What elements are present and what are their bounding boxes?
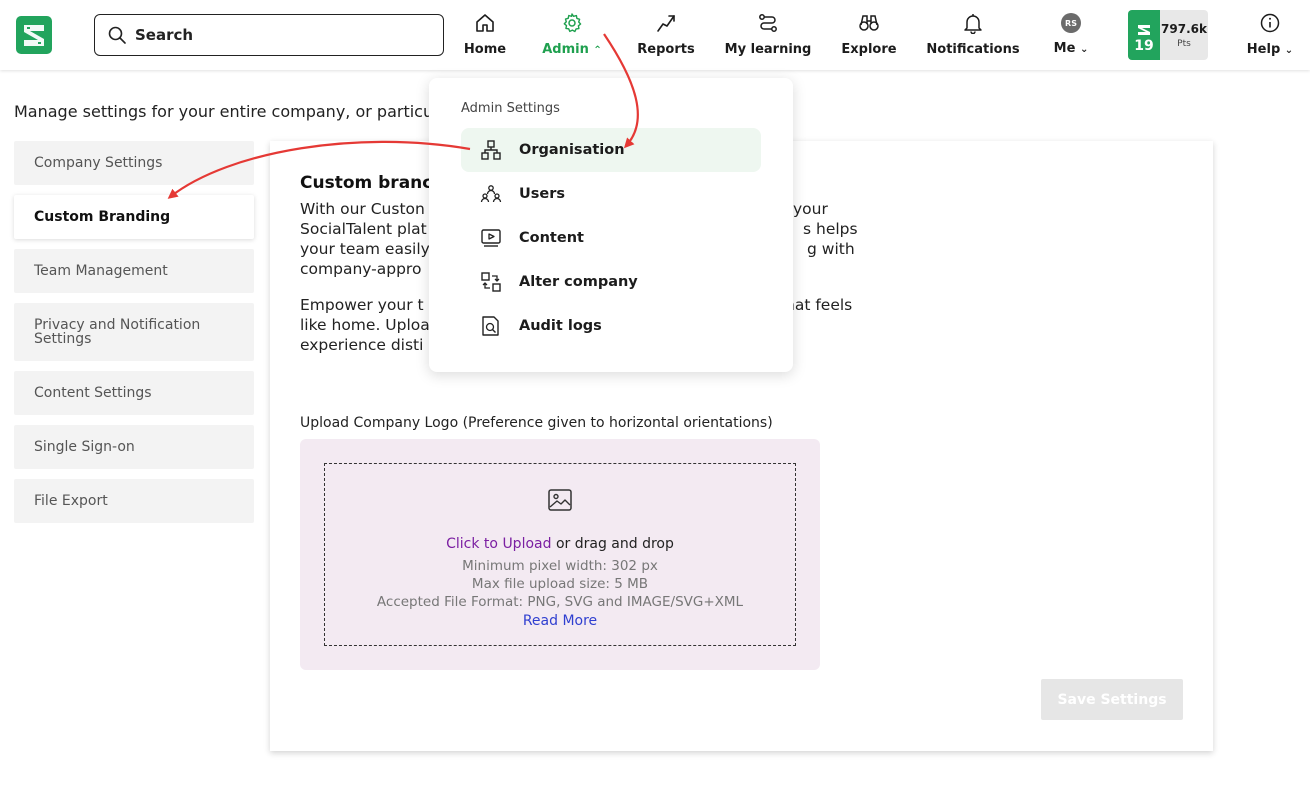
- bell-icon: [961, 10, 985, 36]
- sidebar-item-label: Privacy and Notification Settings: [34, 317, 201, 347]
- nav-notifications-label: Notifications: [926, 42, 1020, 57]
- save-settings-button[interactable]: Save Settings: [1041, 679, 1183, 720]
- info-icon: [1258, 10, 1282, 36]
- sidebar-item-label: File Export: [34, 493, 108, 509]
- nav-help-label: Help ⌄: [1247, 42, 1293, 57]
- points-info: 797.6k Pts: [1160, 10, 1208, 60]
- logo[interactable]: [16, 16, 52, 54]
- nav-explore[interactable]: Explore: [841, 10, 897, 62]
- sidebar-item-custom-branding[interactable]: Custom Branding: [14, 195, 254, 239]
- menu-item-label: Alter company: [519, 274, 638, 290]
- sidebar-item-content-settings[interactable]: Content Settings: [14, 371, 254, 415]
- upload-instruction: Click to Upload or drag and drop: [446, 536, 674, 552]
- nav-home[interactable]: Home: [463, 10, 507, 62]
- video-icon: [479, 226, 503, 250]
- nav-notifications[interactable]: Notifications: [926, 10, 1020, 62]
- nav-help[interactable]: Help ⌄: [1246, 10, 1294, 62]
- sidebar-item-label: Company Settings: [34, 155, 163, 171]
- upload-area: Click to Upload or drag and drop Minimum…: [300, 439, 820, 670]
- upload-label: Upload Company Logo (Preference given to…: [300, 415, 773, 431]
- nav-admin-text: Admin: [542, 42, 589, 57]
- logo-dropzone[interactable]: Click to Upload or drag and drop Minimum…: [324, 463, 796, 646]
- description-paragraph-2-right: nat feels: [785, 295, 852, 315]
- menu-item-organisation[interactable]: Organisation: [461, 128, 761, 172]
- points-unit: Pts: [1177, 38, 1191, 49]
- level-badge: 19: [1128, 10, 1160, 60]
- nav-explore-label: Explore: [841, 42, 897, 57]
- search-input[interactable]: [135, 26, 425, 44]
- binoculars-icon: [857, 10, 881, 36]
- top-nav: Home Admin ⌃ Reports My learning Explore: [0, 0, 1310, 70]
- swap-icon: [479, 270, 503, 294]
- logo-icon: [16, 16, 52, 54]
- nav-admin[interactable]: Admin ⌃: [542, 10, 602, 62]
- level-number: 19: [1134, 38, 1154, 54]
- hierarchy-icon: [479, 138, 503, 162]
- drag-drop-text: or drag and drop: [551, 536, 674, 552]
- max-size-text: Max file upload size: 5 MB: [471, 576, 649, 592]
- section-title: Custom branc: [300, 173, 433, 193]
- sidebar-item-company-settings[interactable]: Company Settings: [14, 141, 254, 185]
- menu-item-label: Organisation: [519, 142, 625, 158]
- description-line: nat feels: [785, 296, 853, 314]
- search-icon: [108, 26, 126, 44]
- sidebar-item-label: Team Management: [34, 263, 168, 279]
- intro-text: Manage settings for your entire company,…: [14, 102, 434, 121]
- chevron-down-icon: ⌄: [1079, 44, 1089, 55]
- nav-me-text: Me: [1053, 41, 1076, 56]
- points-badge[interactable]: 19 797.6k Pts: [1128, 10, 1208, 60]
- description-line: g with: [807, 240, 855, 258]
- chevron-up-icon: ⌃: [593, 45, 602, 56]
- nav-home-label: Home: [463, 42, 507, 57]
- nav-my-learning-label: My learning: [724, 42, 812, 57]
- avatar: RS: [1061, 13, 1081, 33]
- document-search-icon: [479, 314, 503, 338]
- menu-item-label: Audit logs: [519, 318, 602, 334]
- chevron-down-icon: ⌄: [1284, 45, 1294, 56]
- menu-item-label: Users: [519, 186, 566, 202]
- image-icon: [548, 489, 572, 511]
- admin-dropdown-menu: Admin Settings Organisation Users Conten…: [429, 78, 793, 372]
- min-width-text: Minimum pixel width: 302 px: [462, 558, 658, 574]
- menu-item-users[interactable]: Users: [461, 172, 761, 216]
- sidebar-item-privacy-notification[interactable]: Privacy and Notification Settings: [14, 303, 254, 361]
- nav-reports[interactable]: Reports: [637, 10, 695, 62]
- menu-item-content[interactable]: Content: [461, 216, 761, 260]
- sidebar-item-label: Single Sign-on: [34, 439, 135, 455]
- menu-item-audit-logs[interactable]: Audit logs: [461, 304, 761, 348]
- trend-icon: [654, 10, 678, 36]
- home-icon: [473, 10, 497, 36]
- users-icon: [479, 182, 503, 206]
- description-line: your: [793, 200, 828, 218]
- description-paragraph-1-right: your s helps g with: [793, 199, 858, 259]
- logo-mini-icon: [1138, 25, 1150, 35]
- sidebar-item-single-sign-on[interactable]: Single Sign-on: [14, 425, 254, 469]
- nav-me-label: Me ⌄: [1054, 41, 1089, 56]
- nav-my-learning[interactable]: My learning: [725, 10, 811, 62]
- nav-help-text: Help: [1246, 42, 1281, 57]
- sidebar-item-label: Content Settings: [34, 385, 152, 401]
- nav-reports-label: Reports: [637, 42, 695, 57]
- menu-item-alter-company[interactable]: Alter company: [461, 260, 761, 304]
- sidebar-item-label: Custom Branding: [34, 209, 171, 225]
- gear-icon: [560, 10, 584, 36]
- nav-admin-label: Admin ⌃: [542, 42, 602, 57]
- description-line: s helps: [803, 220, 858, 238]
- dropdown-header: Admin Settings: [461, 101, 560, 116]
- menu-item-label: Content: [519, 230, 584, 246]
- nav-me[interactable]: RS Me ⌄: [1052, 10, 1090, 62]
- sidebar-item-team-management[interactable]: Team Management: [14, 249, 254, 293]
- read-more-link[interactable]: Read More: [523, 613, 597, 629]
- formats-text: Accepted File Format: PNG, SVG and IMAGE…: [376, 594, 744, 610]
- points-value: 797.6k: [1161, 21, 1207, 36]
- click-to-upload-link[interactable]: Click to Upload: [446, 536, 551, 552]
- sidebar-item-file-export[interactable]: File Export: [14, 479, 254, 523]
- search-box[interactable]: [94, 14, 444, 56]
- path-icon: [756, 10, 780, 36]
